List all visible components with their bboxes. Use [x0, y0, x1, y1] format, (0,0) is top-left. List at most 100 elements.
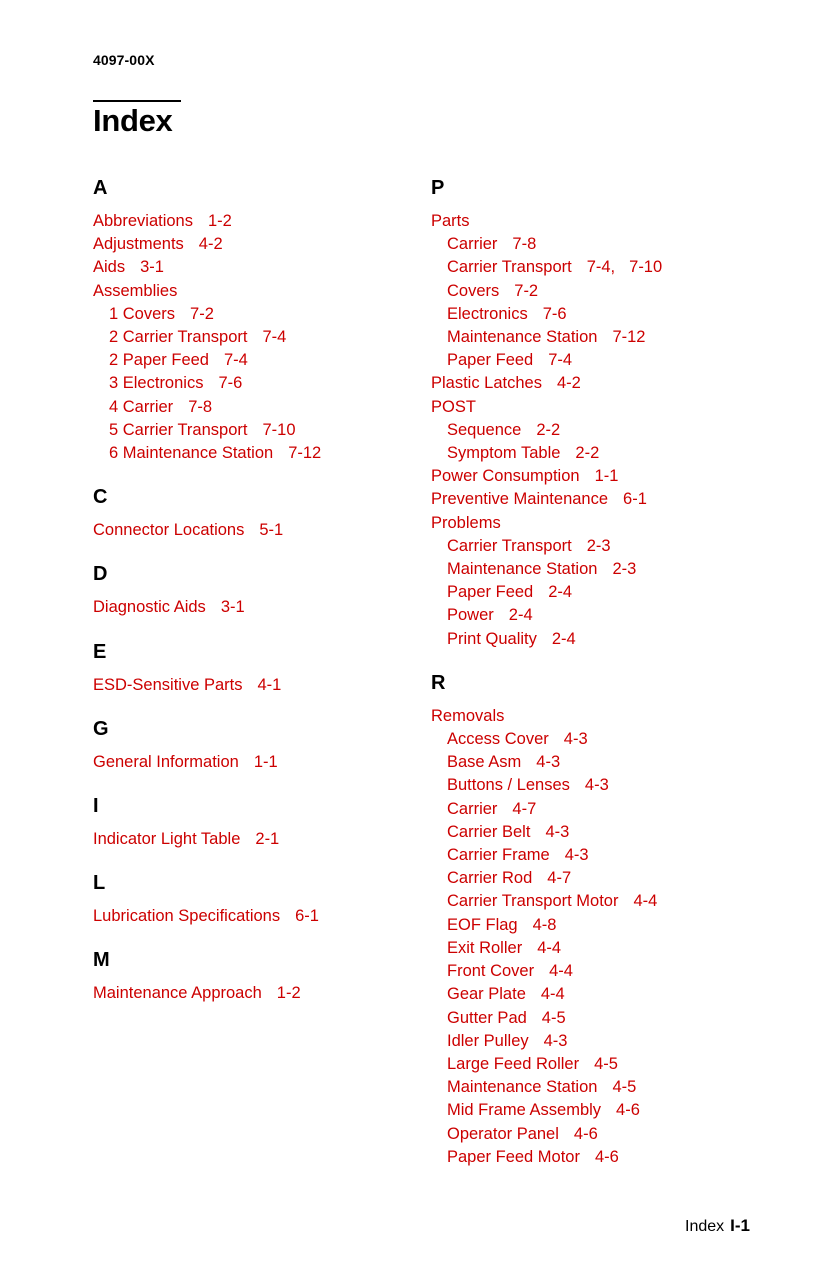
- index-page-reference[interactable]: 4-3: [545, 823, 569, 841]
- index-page-reference[interactable]: 4-5: [594, 1055, 618, 1073]
- index-subentry[interactable]: 1 Covers 7-2: [93, 303, 423, 326]
- index-subentry[interactable]: Paper Feed 7-4: [431, 349, 781, 372]
- index-page-reference[interactable]: 1-1: [595, 467, 619, 485]
- index-page-reference[interactable]: 7-12: [612, 328, 645, 346]
- index-page-reference[interactable]: 2-4: [509, 606, 533, 624]
- index-subentry[interactable]: Buttons / Lenses 4-3: [431, 774, 781, 797]
- index-subentry[interactable]: Maintenance Station 7-12: [431, 326, 781, 349]
- index-subentry[interactable]: Operator Panel 4-6: [431, 1123, 781, 1146]
- index-subentry[interactable]: Carrier 4-7: [431, 798, 781, 821]
- index-subentry[interactable]: Symptom Table 2-2: [431, 442, 781, 465]
- index-page-reference[interactable]: 4-7: [512, 800, 536, 818]
- index-page-reference[interactable]: 4-3: [585, 776, 609, 794]
- index-subentry[interactable]: Carrier Transport 7-4, 7-10: [431, 256, 781, 279]
- index-subentry[interactable]: Large Feed Roller 4-5: [431, 1053, 781, 1076]
- index-page-reference[interactable]: 7-4: [224, 351, 248, 369]
- index-page-reference[interactable]: 4-7: [547, 869, 571, 887]
- index-subentry[interactable]: 4 Carrier 7-8: [93, 396, 423, 419]
- index-subentry[interactable]: EOF Flag 4-8: [431, 914, 781, 937]
- index-page-reference[interactable]: 4-4: [541, 985, 565, 1003]
- index-subentry[interactable]: 5 Carrier Transport 7-10: [93, 419, 423, 442]
- index-entry[interactable]: Preventive Maintenance 6-1: [431, 488, 781, 511]
- index-page-reference[interactable]: 4-6: [595, 1148, 619, 1166]
- index-page-reference[interactable]: 4-5: [612, 1078, 636, 1096]
- index-entry[interactable]: General Information 1-1: [93, 751, 423, 774]
- index-subentry[interactable]: Carrier Rod 4-7: [431, 867, 781, 890]
- index-subentry[interactable]: Electronics 7-6: [431, 303, 781, 326]
- index-entry[interactable]: POST: [431, 396, 781, 419]
- index-subentry[interactable]: Sequence 2-2: [431, 419, 781, 442]
- index-subentry[interactable]: Exit Roller 4-4: [431, 937, 781, 960]
- index-entry[interactable]: Maintenance Approach 1-2: [93, 982, 423, 1005]
- index-page-reference[interactable]: 7-8: [188, 398, 212, 416]
- index-entry[interactable]: Removals: [431, 705, 781, 728]
- index-entry[interactable]: Parts: [431, 210, 781, 233]
- index-subentry[interactable]: Carrier 7-8: [431, 233, 781, 256]
- index-subentry[interactable]: 6 Maintenance Station 7-12: [93, 442, 423, 465]
- index-subentry[interactable]: 2 Paper Feed 7-4: [93, 349, 423, 372]
- index-subentry[interactable]: Carrier Transport Motor 4-4: [431, 890, 781, 913]
- index-page-reference[interactable]: 4-3: [544, 1032, 568, 1050]
- index-page-reference[interactable]: 7-10: [629, 258, 662, 276]
- index-page-reference[interactable]: 4-4: [537, 939, 561, 957]
- index-entry[interactable]: Abbreviations 1-2: [93, 210, 423, 233]
- index-page-reference[interactable]: 3-1: [140, 258, 164, 276]
- index-page-reference[interactable]: 4-3: [564, 730, 588, 748]
- index-page-reference[interactable]: 7-4,: [587, 258, 615, 276]
- index-subentry[interactable]: Maintenance Station 4-5: [431, 1076, 781, 1099]
- index-subentry[interactable]: Access Cover 4-3: [431, 728, 781, 751]
- index-page-reference[interactable]: 7-6: [218, 374, 242, 392]
- index-page-reference[interactable]: 4-5: [542, 1009, 566, 1027]
- index-subentry[interactable]: Paper Feed 2-4: [431, 581, 781, 604]
- index-page-reference[interactable]: 2-2: [575, 444, 599, 462]
- index-page-reference[interactable]: 2-3: [587, 537, 611, 555]
- index-page-reference[interactable]: 4-4: [633, 892, 657, 910]
- index-page-reference[interactable]: 2-2: [536, 421, 560, 439]
- index-page-reference[interactable]: 4-8: [533, 916, 557, 934]
- index-subentry[interactable]: Maintenance Station 2-3: [431, 558, 781, 581]
- index-subentry[interactable]: Print Quality 2-4: [431, 628, 781, 651]
- index-subentry[interactable]: Carrier Frame 4-3: [431, 844, 781, 867]
- index-page-reference[interactable]: 7-4: [262, 328, 286, 346]
- index-subentry[interactable]: Base Asm 4-3: [431, 751, 781, 774]
- index-page-reference[interactable]: 1-1: [254, 753, 278, 771]
- index-entry[interactable]: Indicator Light Table 2-1: [93, 828, 423, 851]
- index-entry[interactable]: Adjustments 4-2: [93, 233, 423, 256]
- index-page-reference[interactable]: 6-1: [623, 490, 647, 508]
- index-subentry[interactable]: Carrier Transport 2-3: [431, 535, 781, 558]
- index-subentry[interactable]: Mid Frame Assembly 4-6: [431, 1099, 781, 1122]
- index-entry[interactable]: Lubrication Specifications 6-1: [93, 905, 423, 928]
- index-page-reference[interactable]: 4-6: [616, 1101, 640, 1119]
- index-page-reference[interactable]: 4-3: [536, 753, 560, 771]
- index-page-reference[interactable]: 7-2: [514, 282, 538, 300]
- index-page-reference[interactable]: 6-1: [295, 907, 319, 925]
- index-page-reference[interactable]: 7-10: [262, 421, 295, 439]
- index-entry[interactable]: Power Consumption 1-1: [431, 465, 781, 488]
- index-page-reference[interactable]: 2-4: [548, 583, 572, 601]
- index-subentry[interactable]: Power 2-4: [431, 604, 781, 627]
- index-page-reference[interactable]: 2-1: [255, 830, 279, 848]
- index-page-reference[interactable]: 1-2: [208, 212, 232, 230]
- index-page-reference[interactable]: 4-4: [549, 962, 573, 980]
- index-entry[interactable]: Assemblies: [93, 280, 423, 303]
- index-entry[interactable]: Plastic Latches 4-2: [431, 372, 781, 395]
- index-subentry[interactable]: Gutter Pad 4-5: [431, 1007, 781, 1030]
- index-entry[interactable]: Aids 3-1: [93, 256, 423, 279]
- index-page-reference[interactable]: 4-6: [574, 1125, 598, 1143]
- index-page-reference[interactable]: 5-1: [259, 521, 283, 539]
- index-subentry[interactable]: Idler Pulley 4-3: [431, 1030, 781, 1053]
- index-page-reference[interactable]: 7-8: [512, 235, 536, 253]
- index-subentry[interactable]: Covers 7-2: [431, 280, 781, 303]
- index-page-reference[interactable]: 7-6: [543, 305, 567, 323]
- index-page-reference[interactable]: 2-4: [552, 630, 576, 648]
- index-entry[interactable]: Connector Locations 5-1: [93, 519, 423, 542]
- index-page-reference[interactable]: 7-4: [548, 351, 572, 369]
- index-page-reference[interactable]: 7-12: [288, 444, 321, 462]
- index-entry[interactable]: Problems: [431, 512, 781, 535]
- index-entry[interactable]: ESD-Sensitive Parts 4-1: [93, 674, 423, 697]
- index-subentry[interactable]: 3 Electronics 7-6: [93, 372, 423, 395]
- index-page-reference[interactable]: 4-2: [199, 235, 223, 253]
- index-page-reference[interactable]: 1-2: [277, 984, 301, 1002]
- index-page-reference[interactable]: 4-2: [557, 374, 581, 392]
- index-subentry[interactable]: Carrier Belt 4-3: [431, 821, 781, 844]
